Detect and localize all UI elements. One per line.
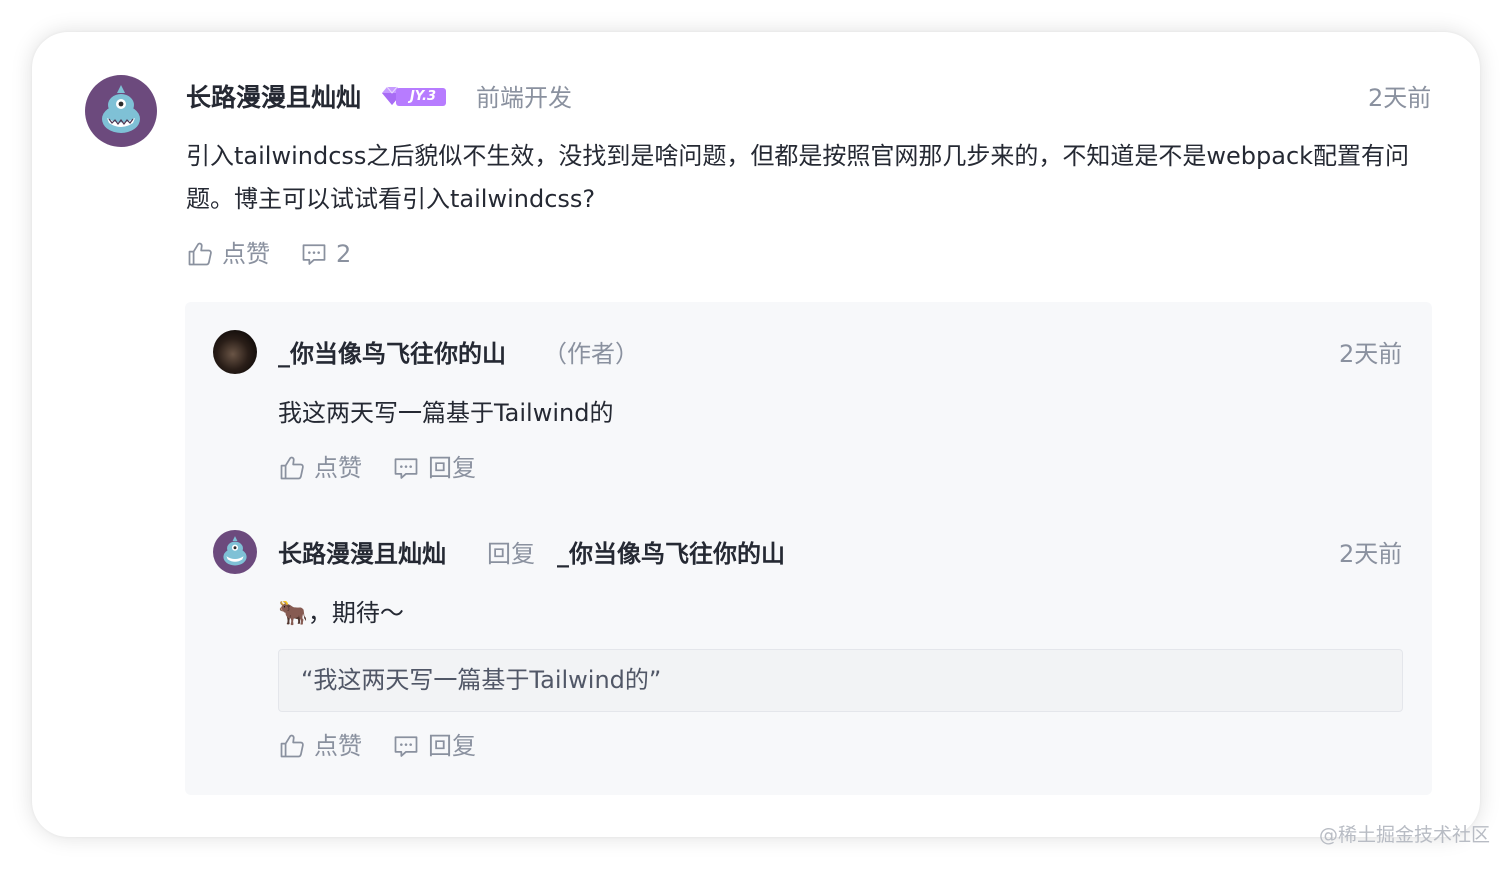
reply-like-button[interactable]: 点赞 [278,452,362,484]
thumbs-up-icon [188,242,212,266]
reply-count: 2 [336,240,352,268]
reply-label: 回复 [428,732,476,760]
reply-avatar[interactable] [213,530,257,574]
reply-content: 🐂，期待～ [278,599,404,627]
monster-avatar-icon [102,85,140,133]
reply-content: 我这两天写一篇基于Tailwind的 [278,399,614,427]
level-badge-label: JY.3 [396,88,446,106]
like-label: 点赞 [314,454,362,482]
comment-content: 引入tailwindcss之后貌似不生效，没找到是啥问题，但都是按照官网那几步来… [186,142,1410,213]
author-job-title: 前端开发 [476,84,572,112]
comment-bubble-icon [394,458,418,479]
reply-target-name[interactable]: _你当像鸟飞往你的山 [557,538,785,570]
thumbs-up-icon [280,456,304,480]
comment-bubble-icon [302,244,326,265]
watermark: @稀土掘金技术社区 [1318,824,1490,846]
reply-time: 2天前 [1339,540,1403,568]
thumbs-up-icon [280,734,304,758]
comment-time: 2天前 [1368,84,1432,112]
comment-bubble-icon [394,736,418,757]
like-label: 点赞 [222,240,270,268]
reply-avatar[interactable] [213,330,257,374]
reply-time: 2天前 [1339,340,1403,368]
author-tag: （作者） [543,340,639,368]
reply-like-button[interactable]: 点赞 [278,730,362,762]
reply-author-name[interactable]: 长路漫漫且灿灿 [278,538,446,570]
reply-to-word: 回复 [487,540,535,568]
level-badge: JY.3 [380,84,446,108]
comment-author-name[interactable]: 长路漫漫且灿灿 [186,82,361,114]
like-button[interactable]: 点赞 [186,238,270,270]
reply-author-name[interactable]: _你当像鸟飞往你的山 [278,338,506,370]
reply-label: 回复 [428,454,476,482]
comment-count-button[interactable]: 2 [300,238,351,270]
monster-avatar-icon [223,536,247,566]
user-avatar[interactable] [85,75,157,147]
like-label: 点赞 [314,732,362,760]
reply-reply-button[interactable]: 回复 [392,730,476,762]
quoted-reply: “我这两天写一篇基于Tailwind的” [278,649,1403,712]
reply-reply-button[interactable]: 回复 [392,452,476,484]
